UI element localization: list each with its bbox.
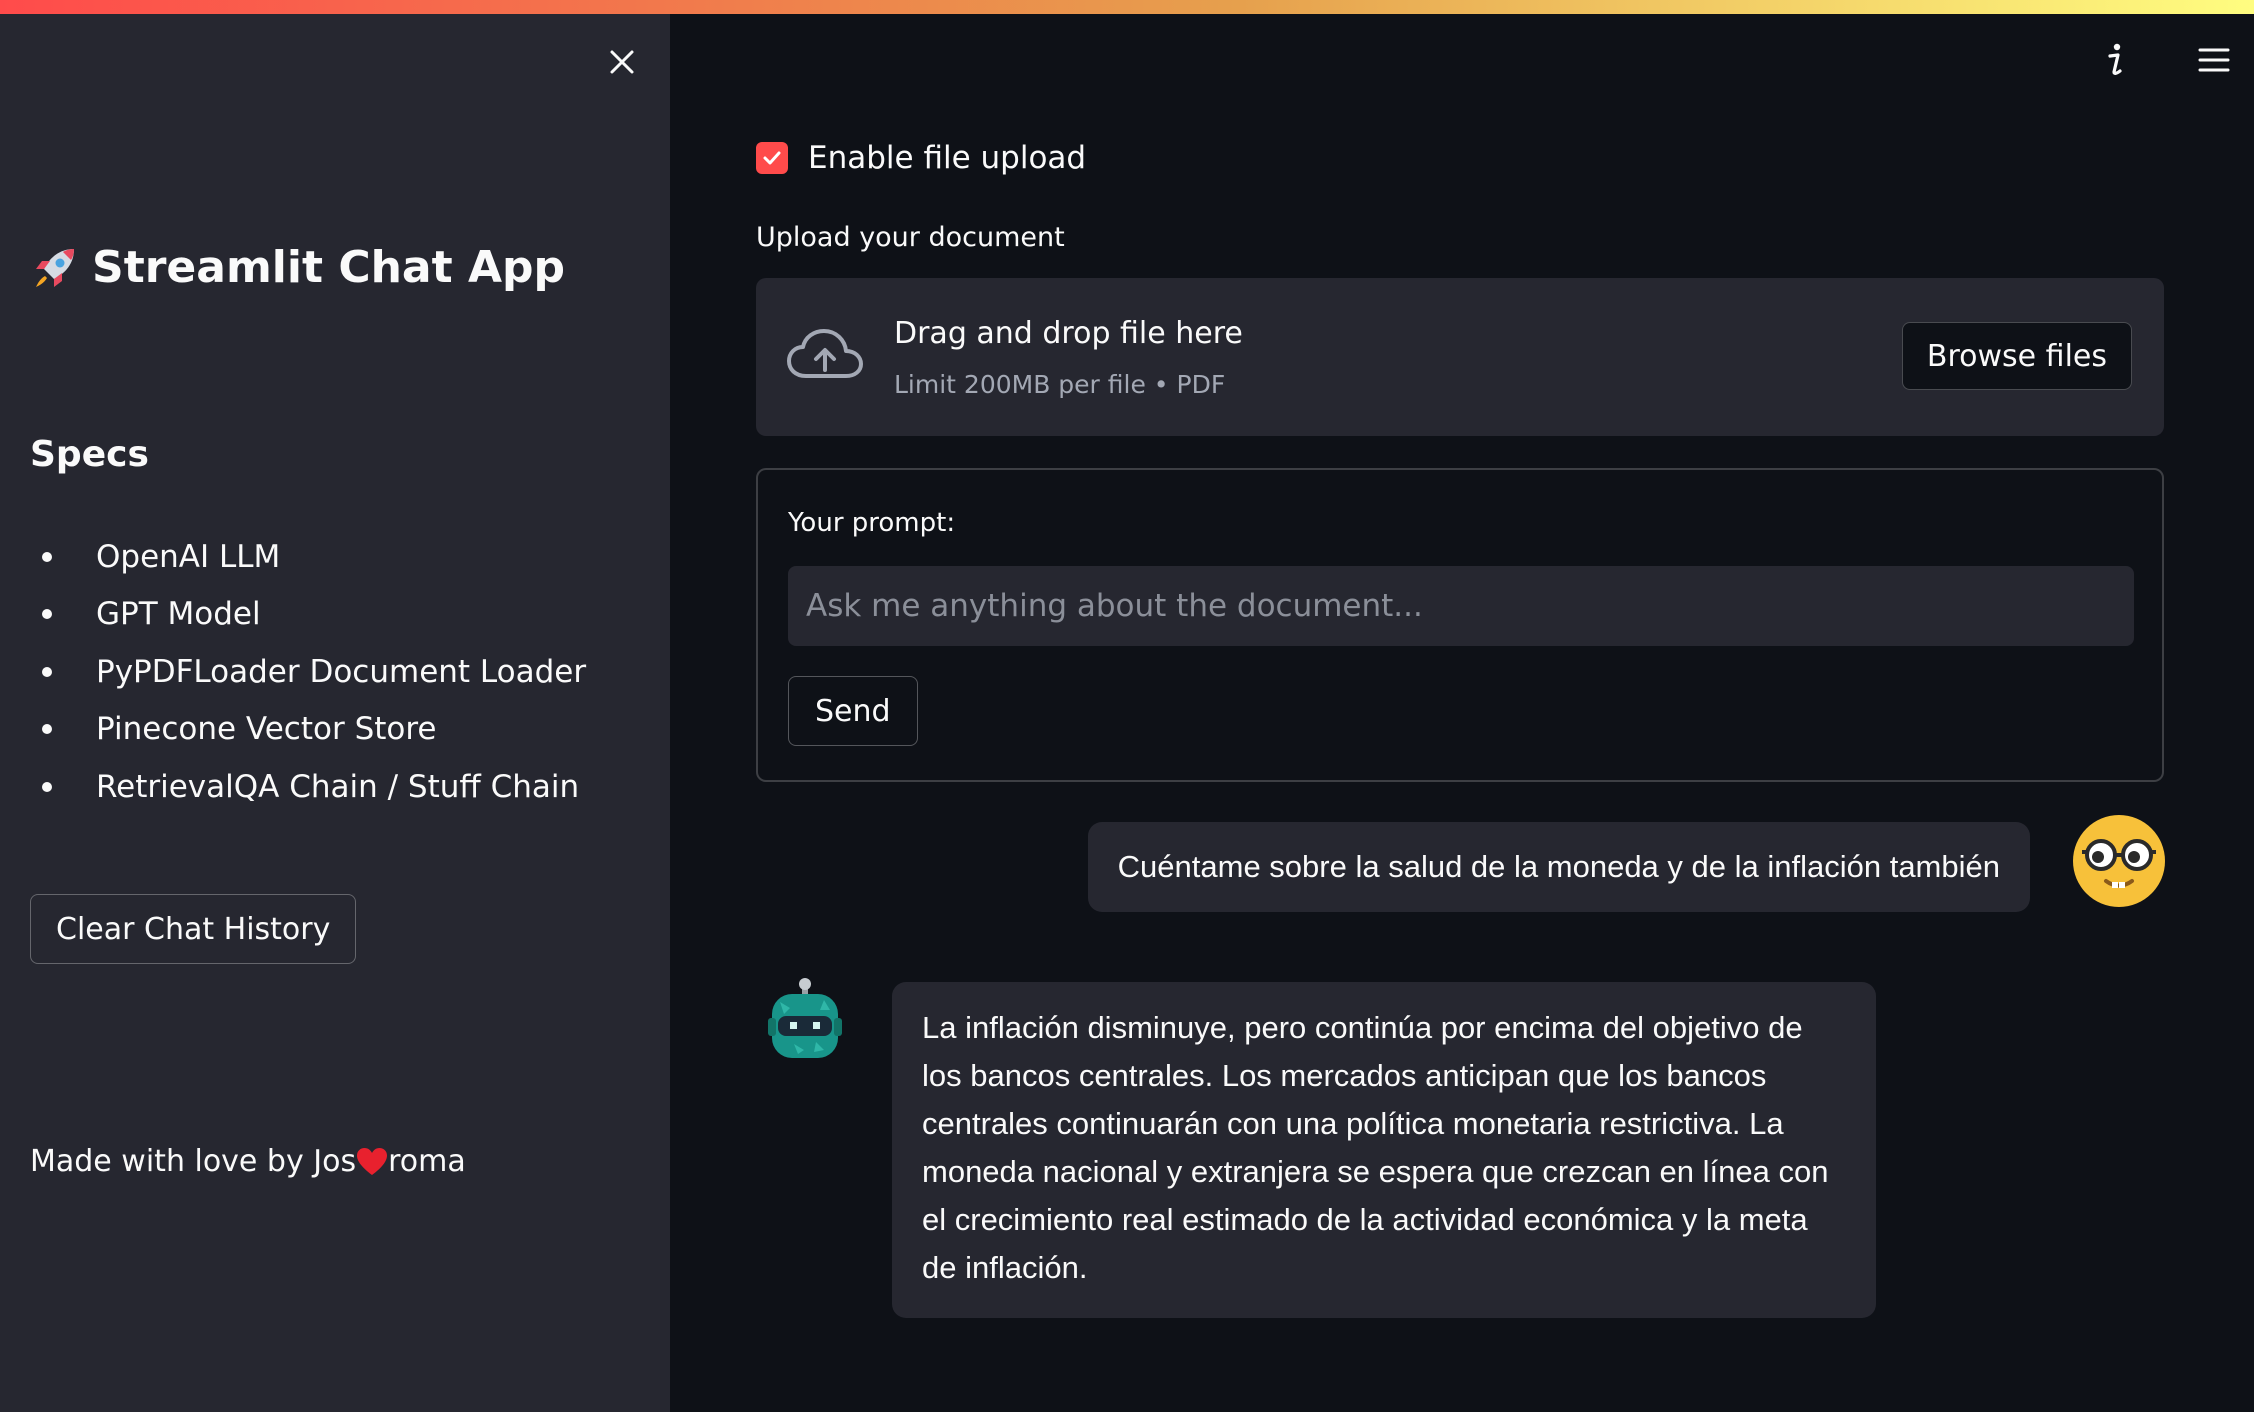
user-avatar-icon [2073,815,2165,907]
enable-upload-label[interactable]: Enable file upload [808,140,1086,176]
upload-label: Upload your document [756,222,1065,253]
spec-label: RetrievalQA Chain / Stuff Chain [96,768,580,805]
sidebar: Streamlit Chat App Specs OpenAI LLM GPT … [0,14,670,1412]
hamburger-menu-icon [2198,48,2230,72]
spec-label: GPT Model [96,596,261,633]
list-item: PyPDFLoader Document Loader [30,643,586,701]
prompt-label: Your prompt: [788,508,956,538]
dropzone-title: Drag and drop file here [894,316,1243,351]
send-button[interactable]: Send [788,676,918,746]
info-button[interactable] [2096,40,2136,80]
cloud-upload-icon [787,329,863,378]
header-toolbar [2096,40,2234,80]
list-item: GPT Model [30,586,586,644]
app-title: Streamlit Chat App [30,242,565,293]
list-item: OpenAI LLM [30,528,586,586]
close-sidebar-button[interactable] [602,42,642,82]
user-message-bubble: Cuéntame sobre la salud de la moneda y d… [1087,822,2030,912]
bullet-icon [42,609,52,620]
bullet-icon [42,724,52,735]
enable-upload-checkbox-row: Enable file upload [756,140,1086,176]
bot-avatar-icon [768,978,842,1058]
dropzone-hint: Limit 200MB per file • PDF [894,370,1226,399]
app-title-text: Streamlit Chat App [92,242,566,293]
close-icon [610,50,634,74]
footer-credit: Made with love by Jos roma [30,1144,466,1179]
specs-heading: Specs [30,434,149,475]
specs-list: OpenAI LLM GPT Model PyPDFLoader Documen… [30,528,586,816]
spec-label: Pinecone Vector Store [96,711,437,748]
bullet-icon [42,666,52,677]
checkmark-icon [763,151,781,165]
list-item: RetrievalQA Chain / Stuff Chain [30,758,586,816]
rocket-icon [36,248,74,287]
bot-message-bubble: La inflación disminuye, pero continúa po… [892,982,1876,1318]
clear-chat-history-button[interactable]: Clear Chat History [30,894,357,964]
heart-icon [357,1147,388,1175]
bullet-icon [42,781,52,792]
spec-label: PyPDFLoader Document Loader [96,653,587,690]
main-menu-button[interactable] [2194,40,2234,80]
footer-text-start: Made with love by Jos [30,1144,357,1179]
list-item: Pinecone Vector Store [30,701,586,759]
bullet-icon [42,551,52,562]
top-decoration-bar [0,0,2254,14]
footer-text-end: roma [388,1144,466,1179]
file-dropzone[interactable]: Drag and drop file here Limit 200MB per … [756,278,2164,436]
browse-files-button[interactable]: Browse files [1901,322,2132,390]
enable-upload-checkbox[interactable] [756,142,788,174]
prompt-input[interactable] [788,566,2134,646]
info-icon [2108,43,2122,75]
spec-label: OpenAI LLM [96,538,281,575]
prompt-form: Your prompt: Send [756,468,2164,782]
